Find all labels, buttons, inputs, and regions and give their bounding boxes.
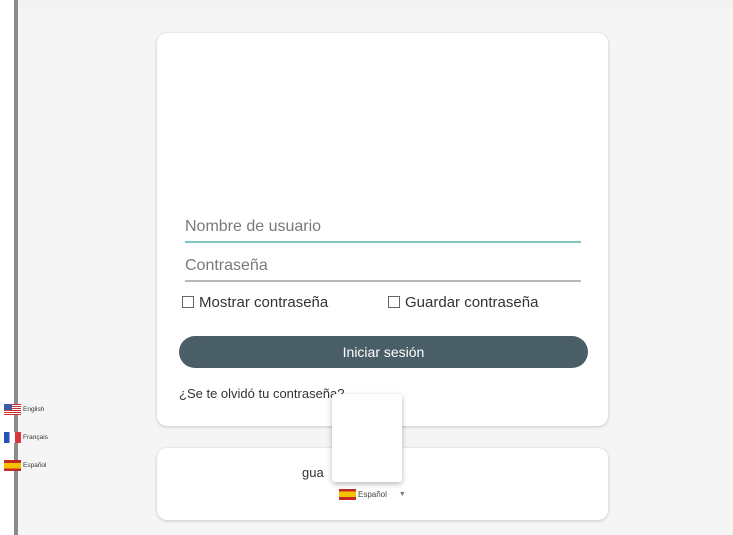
forgot-password-link[interactable]: ¿Se te olvidó tu contraseña? bbox=[179, 386, 345, 401]
save-password-label: Guardar contraseña bbox=[405, 293, 539, 311]
window-left-border bbox=[0, 0, 18, 535]
spain-flag-icon bbox=[4, 459, 21, 471]
save-password-checkbox[interactable]: Guardar contraseña bbox=[388, 292, 538, 312]
selected-language-label: Español bbox=[358, 489, 387, 499]
france-flag-icon bbox=[4, 431, 21, 443]
username-input[interactable] bbox=[185, 213, 581, 243]
spain-flag-icon bbox=[339, 488, 356, 500]
language-select[interactable]: Español ▼ bbox=[339, 486, 406, 502]
chevron-down-icon[interactable]: ▼ bbox=[399, 491, 406, 498]
language-dropdown bbox=[332, 394, 402, 482]
language-option-english[interactable]: English bbox=[4, 402, 44, 416]
language-option-spanish[interactable]: Español bbox=[4, 458, 47, 472]
language-option-label: Français bbox=[23, 433, 48, 441]
login-button[interactable]: Iniciar sesión bbox=[179, 336, 588, 368]
language-title: gua bbox=[302, 465, 324, 480]
checkbox-icon[interactable] bbox=[182, 296, 194, 308]
language-option-label: Español bbox=[23, 461, 47, 469]
language-option-label: English bbox=[23, 405, 45, 413]
language-option-french[interactable]: Français bbox=[4, 430, 48, 444]
checkbox-icon[interactable] bbox=[388, 296, 400, 308]
show-password-label: Mostrar contraseña bbox=[199, 293, 329, 311]
usa-flag-icon bbox=[4, 403, 21, 415]
top-edge bbox=[0, 0, 733, 8]
password-input[interactable] bbox=[185, 252, 581, 282]
show-password-checkbox[interactable]: Mostrar contraseña bbox=[182, 292, 328, 312]
